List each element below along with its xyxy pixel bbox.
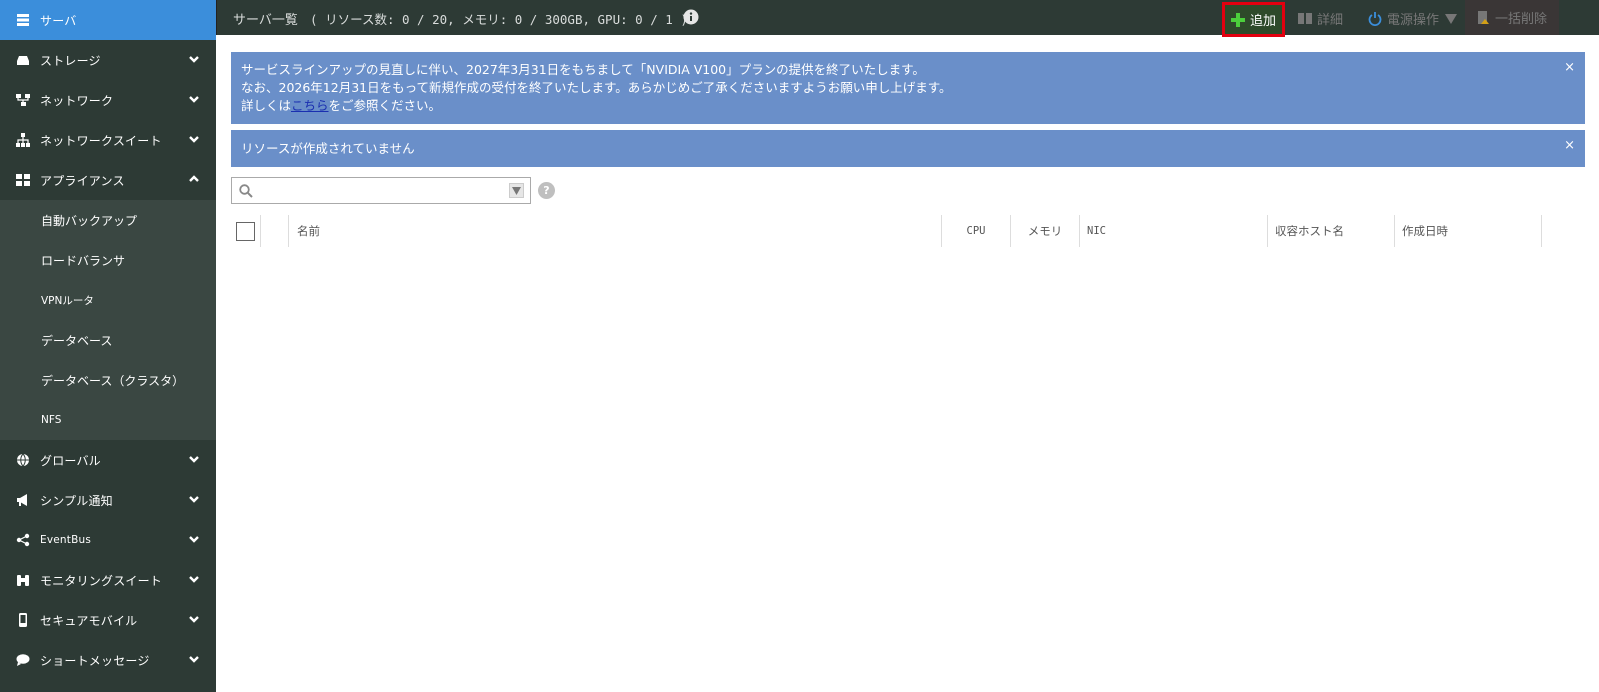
sitemap-icon [16,133,30,147]
sidebar-item-label: グローバル [40,453,101,468]
notice-line-2: なお、2026年12月31日をもって新規作成の受付を終了いたします。あらかじめご… [241,80,952,95]
network-icon [16,93,30,107]
sidebar-subitem-load-balancer[interactable]: ロードバランサ [0,240,216,280]
delete-icon [1478,10,1489,24]
filter-dropdown-button[interactable] [509,183,524,198]
sidebar-subitem-vpn-router[interactable]: VPNルータ [0,280,216,320]
sidebar-item-global[interactable]: グローバル [0,440,216,480]
globe-icon [16,453,30,467]
toolbar: サーバ一覧 ( リソース数: 0 / 20, メモリ: 0 / 300GB, G… [216,0,1599,37]
search-icon [239,184,253,198]
detail-button[interactable]: 詳細 [1290,3,1351,34]
notice-line-3-prefix: 詳しくは [241,98,292,113]
notice-line-1: サービスラインアップの見直しに伴い、2027年3月31日をもちまして「NVIDI… [241,62,925,77]
sidebar-item-secure-mobile[interactable]: セキュアモバイル [0,600,216,640]
bulk-delete-button[interactable]: 一括削除 [1465,0,1560,35]
close-icon[interactable]: × [1564,59,1575,77]
sidebar-item-label: ネットワーク [40,93,114,108]
chevron-down-icon [188,493,202,507]
power-operation-dropdown[interactable]: 電源操作 [1360,3,1470,34]
search-box [231,177,531,204]
appliance-icon [16,173,30,187]
mobile-icon [16,613,30,627]
column-header-name[interactable]: 名前 [288,215,941,247]
sidebar-item-eventbus[interactable]: EventBus [0,520,216,560]
sidebar: サーバ ストレージ ネットワーク ネットワークスイート アプライアンス 自動バッ… [0,0,216,692]
table-header: 名前 CPU メモリ NIC 収容ホスト名 作成日時 [231,215,1585,247]
notice-line-3-suffix: をご参照ください。 [328,98,442,113]
sidebar-item-monitoring-suite[interactable]: モニタリングスイート [0,560,216,600]
sidebar-subitem-database[interactable]: データベース [0,320,216,360]
select-all-checkbox[interactable] [236,221,255,241]
server-icon [16,13,30,27]
share-icon [16,533,30,547]
sidebar-subitem-auto-backup[interactable]: 自動バックアップ [0,200,216,240]
column-header-created-at[interactable]: 作成日時 [1394,215,1542,247]
notice-alert: サービスラインアップの見直しに伴い、2027年3月31日をもちまして「NVIDI… [231,52,1585,124]
book-icon [1298,13,1312,24]
chevron-down-icon [188,533,202,547]
details-link[interactable]: こちら [291,98,329,113]
add-button[interactable]: 追加 [1222,2,1286,37]
info-icon[interactable] [683,9,699,25]
column-header-host[interactable]: 収容ホスト名 [1267,215,1394,247]
sidebar-item-label: シンプル通知 [40,493,113,508]
sidebar-item-server[interactable]: サーバ [0,0,216,40]
chat-icon [16,653,30,667]
sidebar-item-label: アプライアンス [40,173,125,188]
empty-resource-text: リソースが作成されていません [241,141,415,156]
chevron-down-icon [188,453,202,467]
binoculars-icon [16,573,30,587]
chevron-down-icon [188,613,202,627]
select-all-cell [231,215,260,247]
column-header-memory[interactable]: メモリ [1010,215,1079,247]
caret-down-icon [512,187,521,195]
sidebar-item-simple-notification[interactable]: シンプル通知 [0,480,216,520]
power-icon [1368,11,1382,26]
page-title-text: サーバ一覧 [233,13,298,28]
main-content: サービスラインアップの見直しに伴い、2027年3月31日をもちまして「NVIDI… [231,52,1585,247]
help-icon[interactable]: ? [538,182,555,199]
appliance-submenu: 自動バックアップ ロードバランサ VPNルータ データベース データベース（クラ… [0,200,216,440]
sidebar-item-label: ストレージ [40,53,101,68]
sidebar-item-short-message[interactable]: ショートメッセージ [0,640,216,680]
app-window: サーバ ストレージ ネットワーク ネットワークスイート アプライアンス 自動バッ… [0,0,1599,692]
sidebar-item-label: ネットワークスイート [40,133,162,148]
column-header-cpu[interactable]: CPU [941,215,1010,247]
search-input[interactable] [258,181,498,201]
resource-counts: ( リソース数: 0 / 20, メモリ: 0 / 300GB, GPU: 0 … [310,12,688,27]
chevron-down-icon [188,53,202,67]
notice-line-3: 詳しくはこちらをご参照ください。 [241,97,1545,115]
column-header-nic[interactable]: NIC [1079,215,1267,247]
chevron-down-icon [188,133,202,147]
power-button-label: 電源操作 [1387,13,1440,28]
megaphone-icon [16,493,30,507]
add-button-label: 追加 [1250,14,1277,29]
page-title: サーバ一覧 ( リソース数: 0 / 20, メモリ: 0 / 300GB, G… [233,9,688,28]
chevron-down-icon [188,573,202,587]
search-row: ? [231,177,1585,205]
sidebar-item-label: サーバ [40,13,77,28]
chevron-up-icon [188,173,202,187]
detail-button-label: 詳細 [1317,13,1344,28]
sidebar-item-storage[interactable]: ストレージ [0,40,216,80]
sidebar-item-network[interactable]: ネットワーク [0,80,216,120]
caret-down-icon [1445,13,1458,24]
chevron-down-icon [188,93,202,107]
sidebar-subitem-database-cluster[interactable]: データベース（クラスタ） [0,360,216,400]
chevron-down-icon [188,653,202,667]
bulk-delete-label: 一括削除 [1495,12,1548,27]
sidebar-item-appliance[interactable]: アプライアンス [0,160,216,200]
close-icon[interactable]: × [1564,137,1575,155]
storage-icon [16,53,30,67]
column-divider [260,215,264,247]
sidebar-item-label: EventBus [40,534,92,546]
plus-icon [1231,12,1245,27]
empty-resource-alert: リソースが作成されていません × [231,130,1585,167]
sidebar-item-label: モニタリングスイート [40,573,163,588]
sidebar-item-network-suite[interactable]: ネットワークスイート [0,120,216,160]
sidebar-item-label: セキュアモバイル [40,613,138,628]
sidebar-subitem-nfs[interactable]: NFS [0,400,216,440]
sidebar-item-label: ショートメッセージ [40,653,150,668]
